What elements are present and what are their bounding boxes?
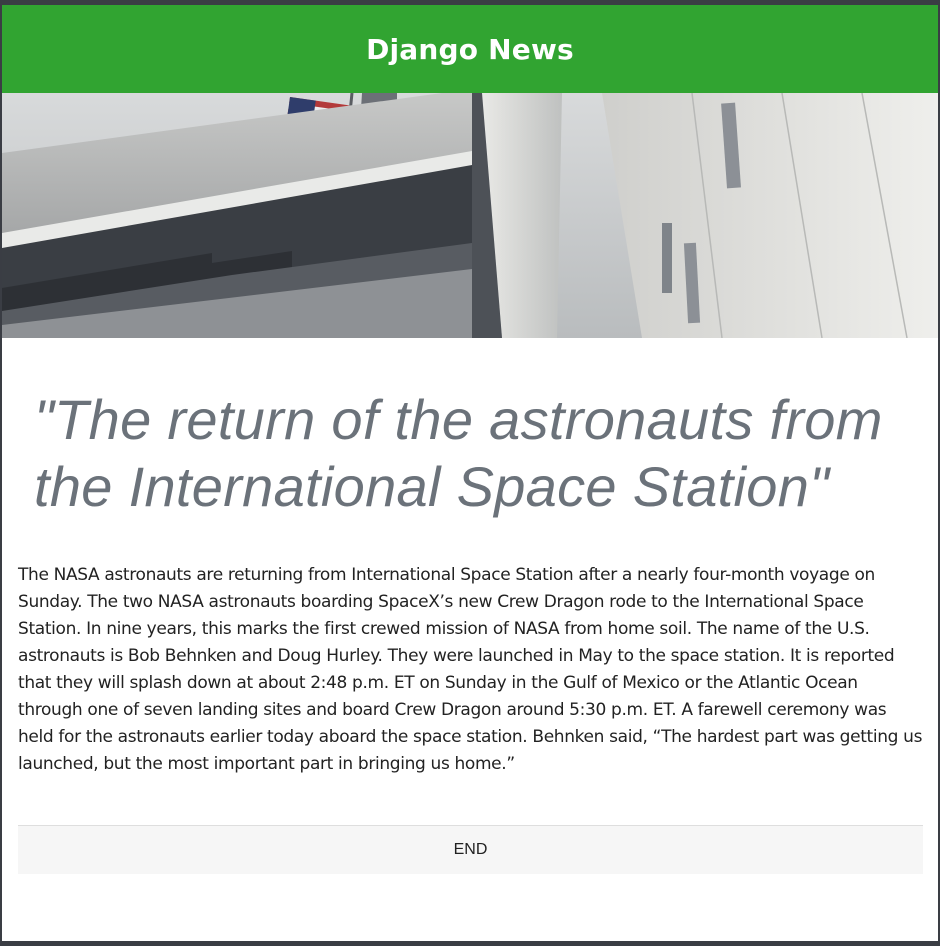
navbar: Django News [2, 5, 938, 93]
brand-link[interactable]: Django News [366, 33, 574, 66]
end-label: END [453, 841, 488, 858]
hero-image [2, 93, 938, 338]
hero-photo [2, 93, 938, 338]
article-title: "The return of the astronauts from the I… [34, 388, 883, 518]
article-body: The NASA astronauts are returning from I… [18, 565, 923, 774]
page: Django News "The return of the astronaut… [2, 5, 938, 941]
end-footer: END [18, 825, 923, 874]
